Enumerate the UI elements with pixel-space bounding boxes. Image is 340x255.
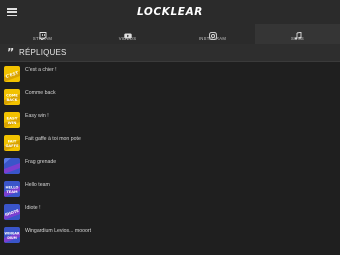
sound-label: Hello team bbox=[25, 182, 50, 188]
sound-label: Fait gaffe à toi mon pote bbox=[25, 136, 81, 142]
twitch-icon bbox=[39, 27, 47, 40]
tab-videos-label: VIDÉOS bbox=[118, 36, 137, 41]
tab-stream-label: STREAM bbox=[32, 36, 53, 41]
list-item[interactable]: COME BACK Comme back bbox=[0, 85, 340, 108]
quote-icon: ” bbox=[7, 46, 15, 59]
svg-text:WINGAR: WINGAR bbox=[5, 232, 20, 236]
section-title: RÉPLIQUES bbox=[19, 48, 67, 57]
tab-instagram-label: INSTAGRAM bbox=[198, 36, 227, 41]
sound-thumbnail: IDIOTE bbox=[4, 204, 20, 220]
app-logo: LOCKLEAR bbox=[137, 6, 203, 18]
list-item[interactable]: HELLO TEAM Hello team bbox=[0, 177, 340, 200]
list-item[interactable]: FAIT GAFFE Fait gaffe à toi mon pote bbox=[0, 131, 340, 154]
hamburger-menu-icon[interactable] bbox=[7, 8, 17, 17]
youtube-icon bbox=[123, 27, 132, 39]
tab-videos[interactable]: VIDÉOS bbox=[85, 24, 170, 44]
sound-thumbnail: HELLO TEAM bbox=[4, 181, 20, 197]
svg-text:TEAM: TEAM bbox=[6, 190, 18, 194]
svg-text:BACK: BACK bbox=[7, 98, 18, 102]
instagram-icon bbox=[208, 27, 217, 40]
sound-thumbnail: EASY WIN bbox=[4, 112, 20, 128]
svg-text:WIN: WIN bbox=[8, 120, 17, 125]
tab-stream[interactable]: STREAM bbox=[0, 24, 85, 44]
sound-label: Comme back bbox=[25, 90, 56, 96]
list-item[interactable]: EASY WIN Easy win ! bbox=[0, 108, 340, 131]
top-app-bar: LOCKLEAR bbox=[0, 0, 340, 24]
sound-thumbnail: C'EST bbox=[4, 66, 20, 82]
svg-text:GAFFE: GAFFE bbox=[5, 144, 19, 148]
tab-sons-label: SONS bbox=[290, 36, 305, 41]
sound-thumbnail: COME BACK bbox=[4, 89, 20, 105]
list-item[interactable]: Frag grenade bbox=[0, 154, 340, 177]
svg-text:COME: COME bbox=[6, 94, 18, 98]
sound-label: Frag grenade bbox=[25, 159, 57, 165]
svg-text:DIUM: DIUM bbox=[7, 236, 17, 240]
svg-text:FAIT: FAIT bbox=[8, 140, 17, 144]
tab-sons[interactable]: SONS bbox=[255, 24, 340, 44]
section-header: ” RÉPLIQUES bbox=[0, 44, 340, 62]
sound-thumbnail: FAIT GAFFE bbox=[4, 135, 20, 151]
sound-label: Easy win ! bbox=[25, 113, 49, 119]
list-item[interactable]: IDIOTE Idiote ! bbox=[0, 200, 340, 223]
sound-thumbnail: WINGAR DIUM bbox=[4, 227, 20, 243]
sound-label: Idiote ! bbox=[25, 205, 41, 211]
sound-label: Wingardium Levios... mooort bbox=[25, 228, 92, 234]
sound-label: C'est a chier ! bbox=[25, 67, 57, 73]
tab-bar: STREAM VIDÉOS INSTAGRAM SONS bbox=[0, 24, 340, 44]
list-item[interactable]: C'EST C'est a chier ! bbox=[0, 62, 340, 85]
sound-thumbnail bbox=[4, 158, 20, 174]
list-item[interactable]: WINGAR DIUM Wingardium Levios... mooort bbox=[0, 223, 340, 246]
svg-text:HELLO: HELLO bbox=[6, 186, 19, 190]
tab-instagram[interactable]: INSTAGRAM bbox=[170, 24, 255, 44]
music-note-icon bbox=[294, 27, 302, 40]
